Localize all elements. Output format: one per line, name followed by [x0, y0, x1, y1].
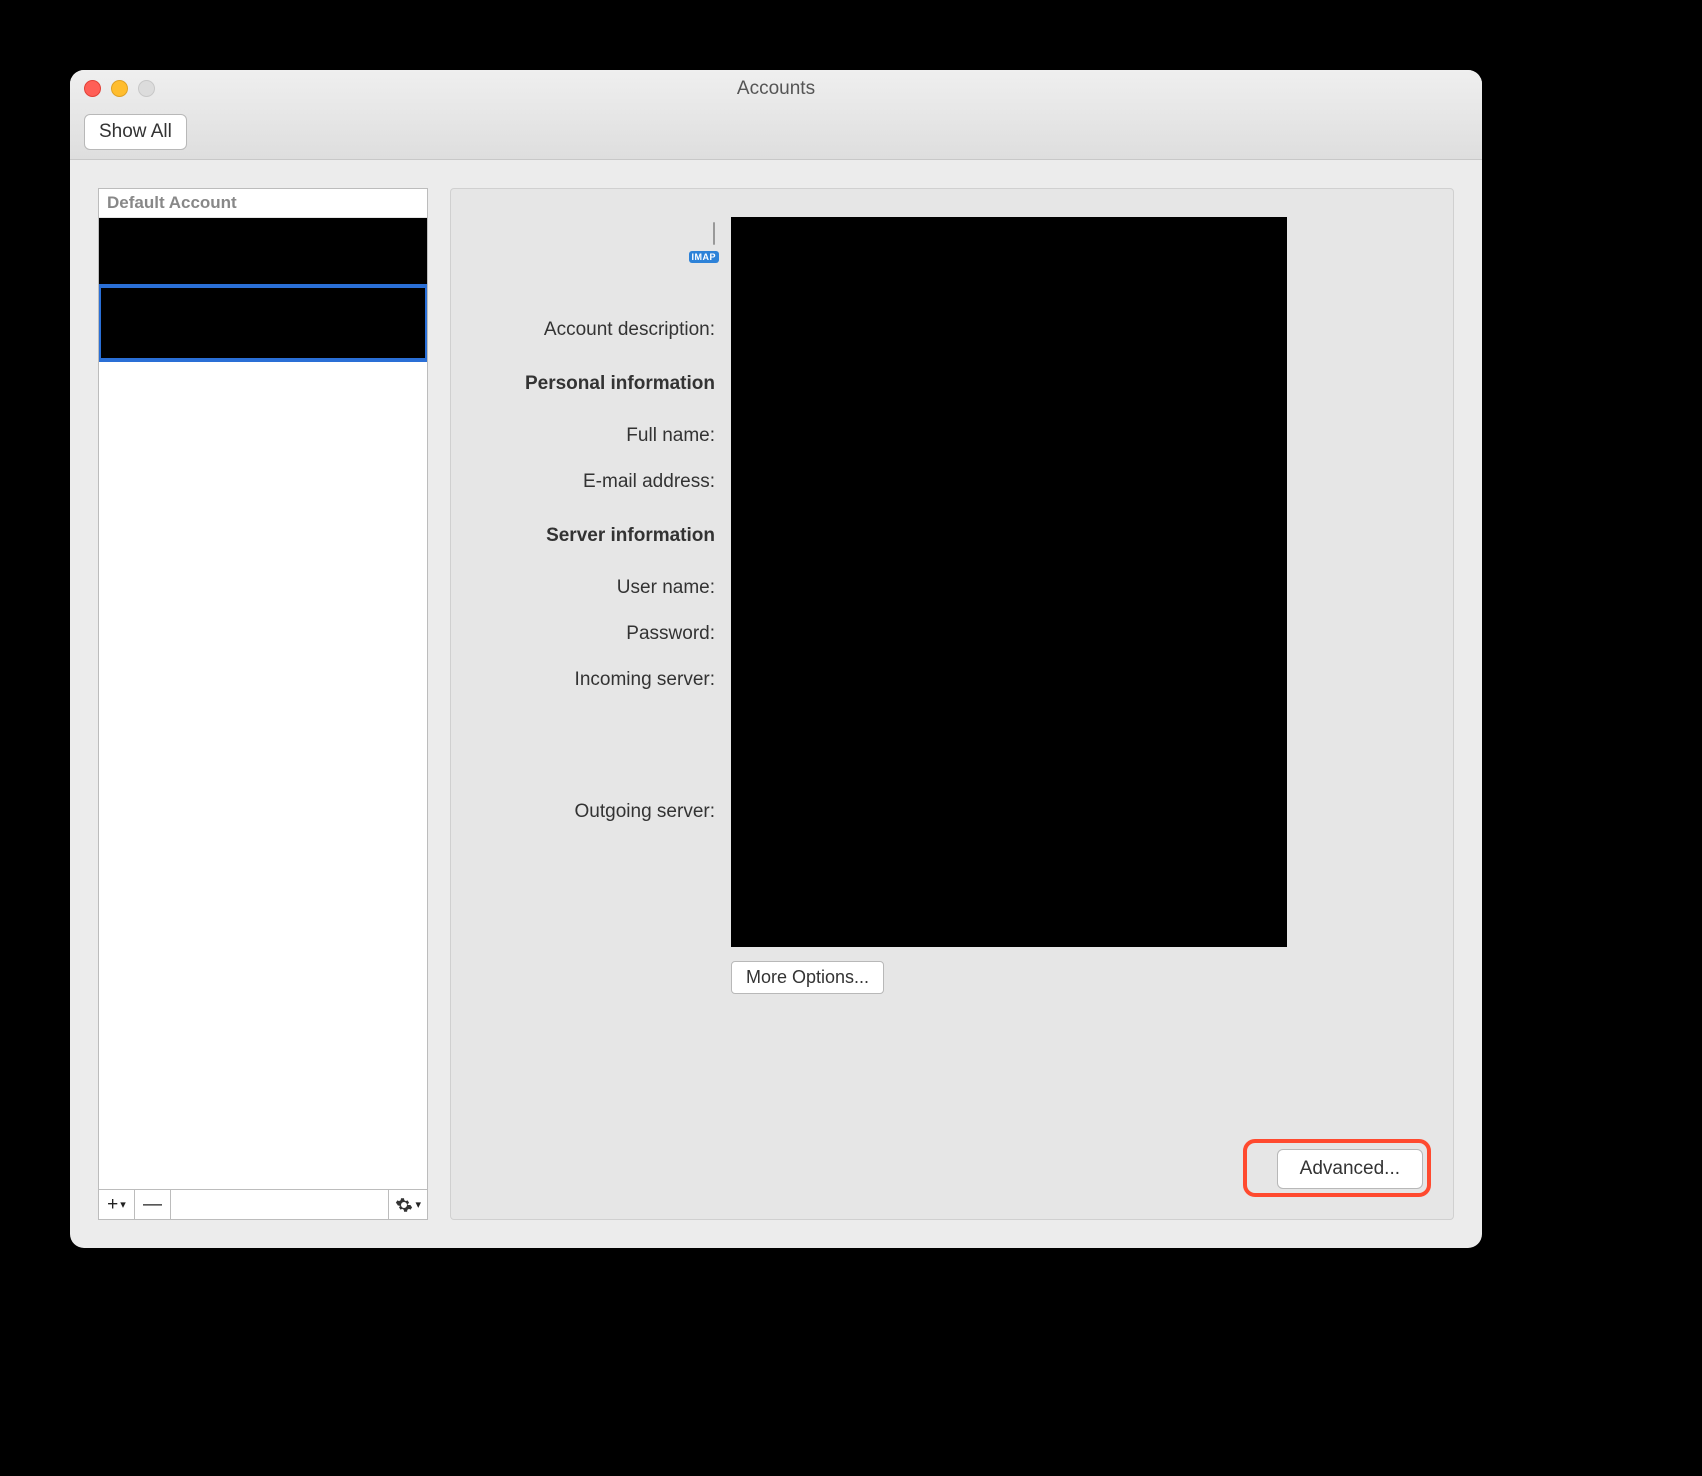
account-actions-button[interactable]: ▾ [389, 1190, 427, 1219]
titlebar: Accounts Show All [70, 70, 1482, 160]
account-row[interactable] [99, 218, 427, 286]
account-description-label: Account description: [475, 269, 715, 341]
accounts-sidebar: Default Account +▾ — ▾ [98, 188, 428, 1220]
account-row[interactable] [99, 286, 427, 360]
full-name-label: Full name: [475, 405, 715, 447]
accounts-window: Accounts Show All Default Account +▾ — [70, 70, 1482, 1248]
sidebar-toolbar: +▾ — ▾ [99, 1189, 427, 1219]
chevron-down-icon: ▾ [120, 1198, 126, 1211]
account-details-panel: IMAP Account description: Personal infor… [450, 188, 1454, 1220]
user-name-label: User name: [475, 557, 715, 599]
plus-icon: + [107, 1194, 118, 1216]
advanced-button[interactable]: Advanced... [1277, 1149, 1423, 1189]
remove-account-button[interactable]: — [135, 1190, 171, 1219]
toolbar-spacer [171, 1190, 389, 1219]
window-title: Accounts [70, 78, 1482, 100]
account-type-icon-cell: IMAP [475, 217, 715, 259]
window-body: Default Account +▾ — ▾ [70, 160, 1482, 1248]
email-address-label: E-mail address: [475, 457, 715, 493]
password-label: Password: [475, 609, 715, 645]
gear-icon [395, 1196, 413, 1214]
incoming-server-label: Incoming server: [475, 655, 715, 691]
add-account-button[interactable]: +▾ [99, 1190, 135, 1219]
personal-information-header: Personal information [475, 351, 715, 395]
accounts-list[interactable] [99, 218, 427, 1189]
redacted-values-block [731, 217, 1287, 947]
minus-icon: — [143, 1194, 162, 1216]
sidebar-header: Default Account [99, 189, 427, 218]
show-all-button[interactable]: Show All [84, 114, 187, 150]
chevron-down-icon: ▾ [415, 1198, 421, 1211]
outgoing-server-label: Outgoing server: [475, 701, 715, 823]
imap-envelope-icon: IMAP [669, 223, 715, 259]
server-information-header: Server information [475, 503, 715, 547]
imap-badge: IMAP [689, 251, 720, 263]
more-options-button[interactable]: More Options... [731, 961, 884, 994]
